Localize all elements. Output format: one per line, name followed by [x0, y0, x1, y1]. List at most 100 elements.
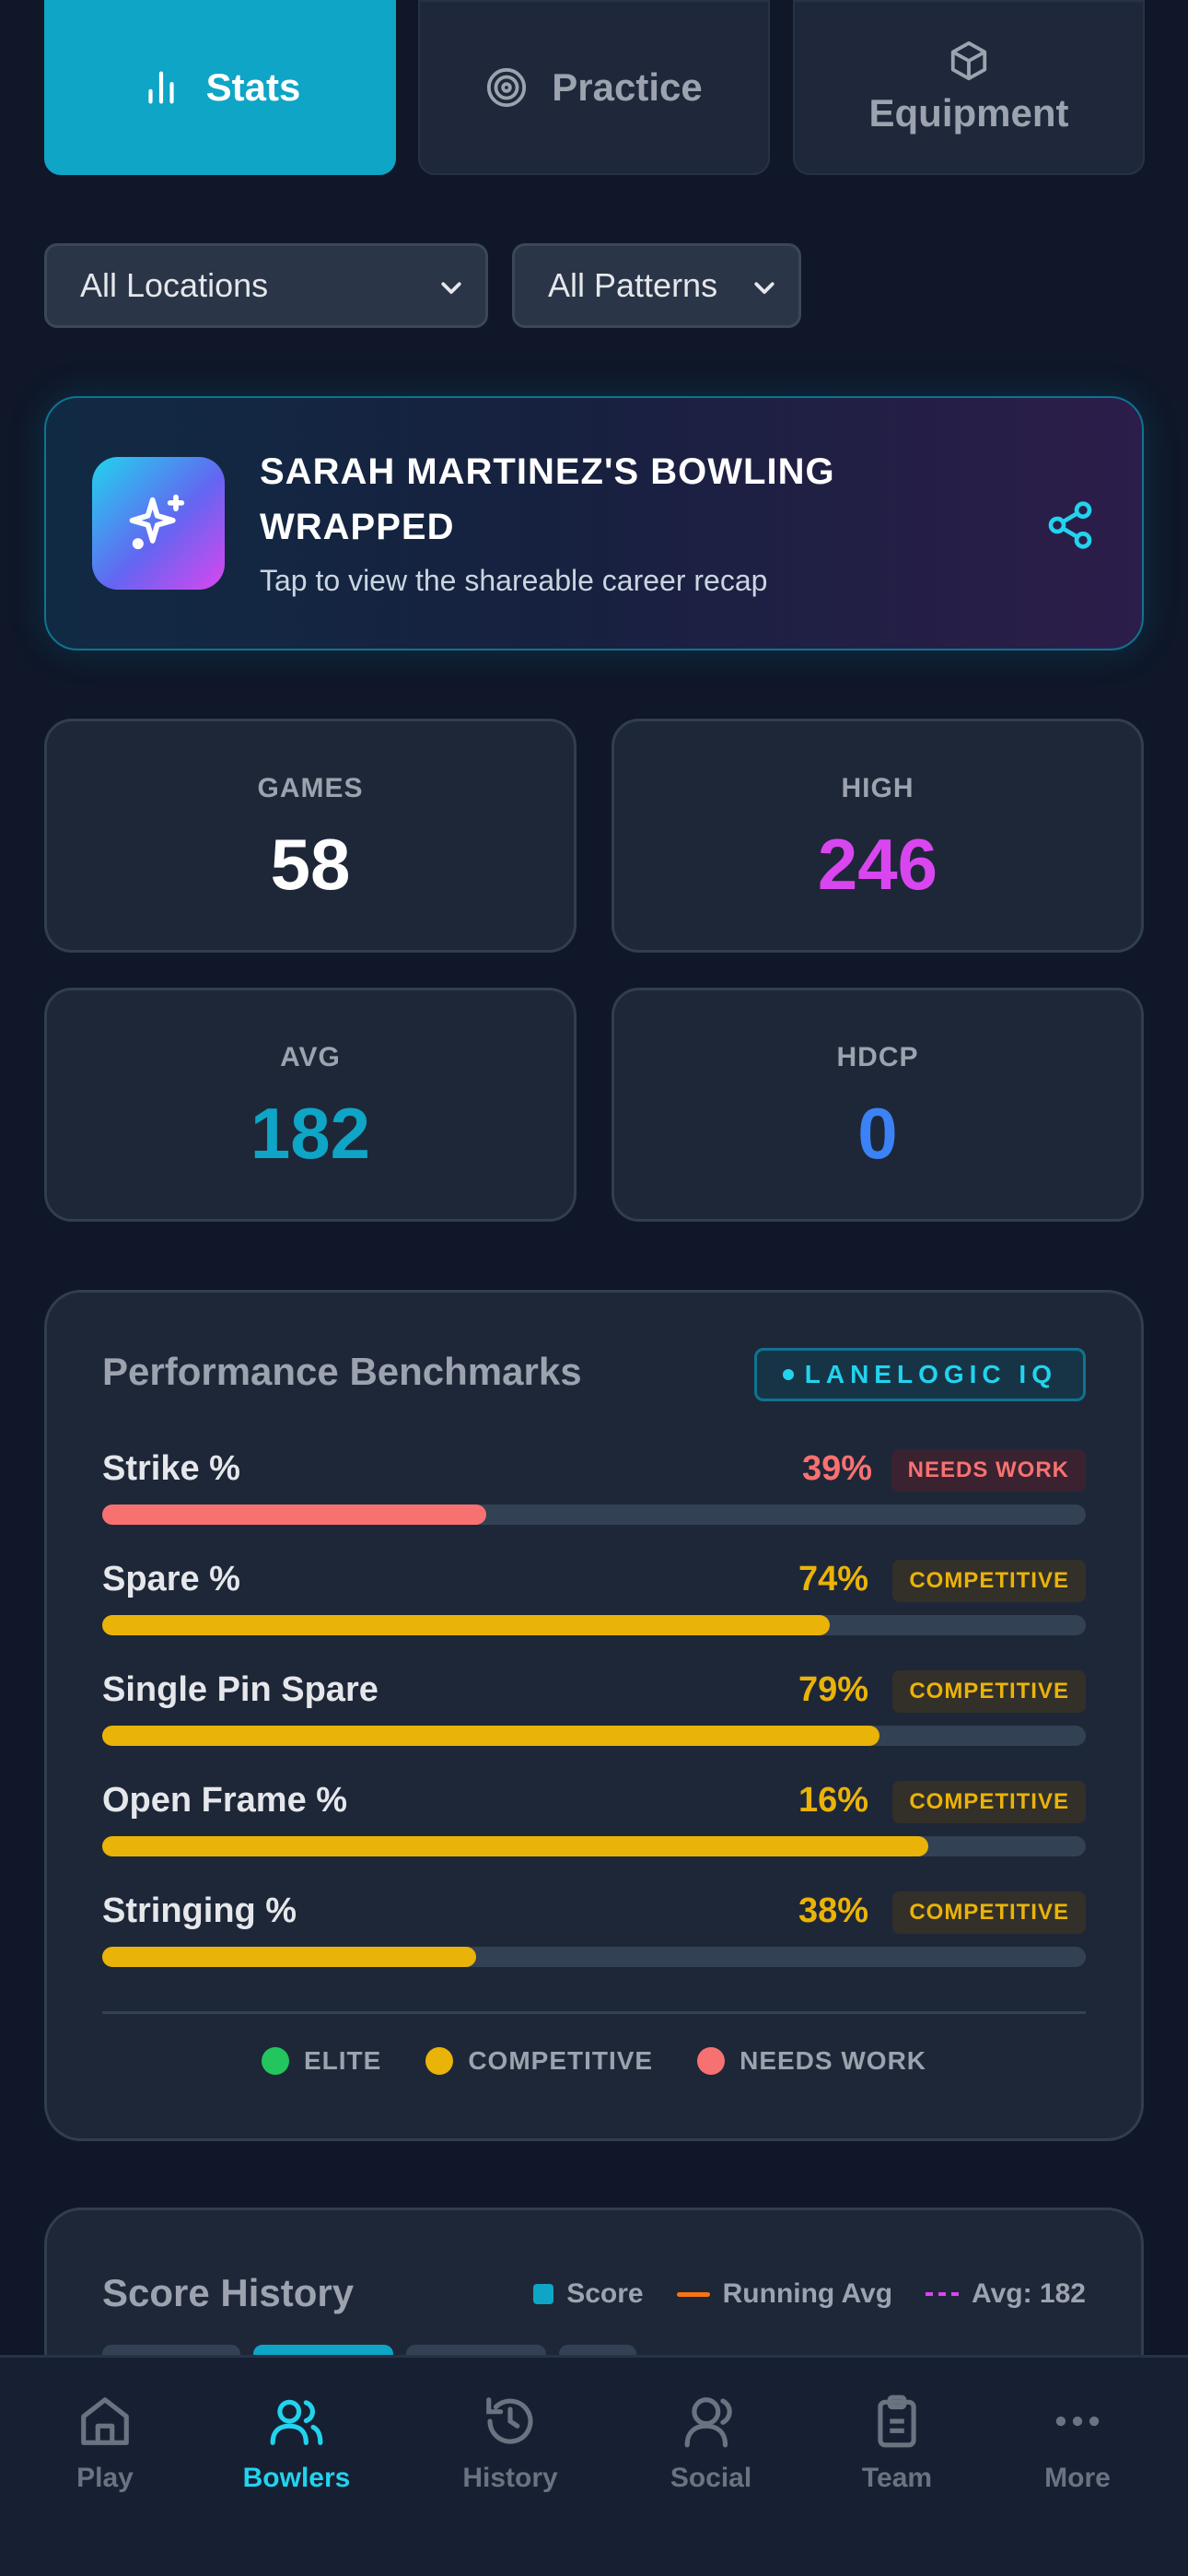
nav-item-more[interactable]: More	[995, 2393, 1160, 2494]
metric-row: Spare % 74% COMPETITIVE	[102, 1560, 1086, 1643]
stat-label: AVG	[280, 1042, 341, 1072]
score-history-legend: Score Running Avg Avg: 182	[500, 2278, 1086, 2310]
stat-value: 182	[250, 1093, 371, 1174]
stat-value: 0	[857, 1093, 898, 1174]
pattern-select[interactable]: All Patterns	[512, 243, 801, 328]
chevron-down-icon	[441, 282, 461, 294]
nav-item-history[interactable]: History	[427, 2393, 593, 2494]
metric-row: Single Pin Spare 79% COMPETITIVE	[102, 1670, 1086, 1753]
metric-name: Open Frame %	[102, 1781, 348, 1820]
nav-item-social[interactable]: Social	[628, 2393, 794, 2494]
stat-card-avg: AVG 182	[44, 988, 577, 1222]
nav-item-team[interactable]: Team	[814, 2393, 980, 2494]
wrapped-title: SARAH MARTINEZ'S BOWLING WRAPPED	[260, 451, 835, 547]
stat-value: 246	[817, 824, 938, 905]
wrapped-subtitle: Tap to view the shareable career recap	[260, 564, 768, 597]
progress-track	[102, 1947, 1086, 1967]
status-badge: COMPETITIVE	[892, 1560, 1086, 1602]
clipboard-icon	[878, 2395, 916, 2448]
metric-row: Open Frame % 16% COMPETITIVE	[102, 1781, 1086, 1864]
stat-label: GAMES	[257, 773, 364, 803]
more-icon	[1055, 2416, 1100, 2427]
sparkle-badge	[92, 457, 225, 590]
progress-fill	[102, 1836, 929, 1856]
nav-label: History	[462, 2463, 558, 2493]
progress-fill	[102, 1947, 476, 1967]
metric-value: 39%	[801, 1449, 872, 1488]
progress-track	[102, 1615, 1086, 1635]
nav-label: Bowlers	[242, 2463, 351, 2493]
pattern-select-value: All Patterns	[548, 266, 718, 304]
share-icon[interactable]	[1044, 499, 1096, 551]
legend-dot	[261, 2047, 289, 2075]
legend-dashed-line	[926, 2292, 960, 2296]
nav-label: Social	[670, 2463, 752, 2493]
progress-track	[102, 1836, 1086, 1856]
performance-benchmarks-panel: Performance Benchmarks LANELOGIC IQ Stri…	[44, 1290, 1144, 2141]
panel-title: Score History	[102, 2271, 355, 2314]
sparkle-icon	[129, 494, 185, 550]
legend-item-needs-work: NEEDS WORK	[697, 2046, 926, 2076]
legend-dot	[425, 2047, 454, 2075]
tab-label: Stats	[205, 65, 301, 109]
tab-practice[interactable]: Practice	[418, 0, 770, 175]
tab-label: Equipment	[868, 91, 1069, 135]
divider	[102, 2011, 1086, 2014]
tab-label: Practice	[552, 65, 703, 109]
legend-label: Avg: 182	[972, 2278, 1086, 2309]
tab-equipment[interactable]: Equipment	[793, 0, 1145, 175]
stat-card-high: HIGH 246	[611, 719, 1144, 953]
legend-item-avg: Avg: 182	[926, 2278, 1086, 2310]
metric-row: Strike % 39% NEEDS WORK	[102, 1449, 1086, 1532]
home-icon	[81, 2397, 129, 2445]
status-badge: COMPETITIVE	[892, 1891, 1086, 1934]
location-select[interactable]: All Locations	[44, 243, 488, 328]
target-icon	[487, 67, 527, 108]
legend-item-competitive: COMPETITIVE	[425, 2046, 653, 2076]
stat-label: HIGH	[841, 773, 914, 803]
metric-value: 38%	[798, 1891, 868, 1930]
legend-item-score: Score	[533, 2278, 644, 2310]
legend-label: COMPETITIVE	[468, 2046, 654, 2075]
progress-fill	[102, 1615, 831, 1635]
status-badge: COMPETITIVE	[892, 1781, 1086, 1823]
bowling-wrapped-card[interactable]: SARAH MARTINEZ'S BOWLING WRAPPED Tap to …	[44, 396, 1144, 650]
tab-stats[interactable]: Stats	[44, 0, 396, 175]
progress-track	[102, 1505, 1086, 1525]
legend-item-running-avg: Running Avg	[676, 2278, 893, 2310]
metric-name: Spare %	[102, 1560, 240, 1598]
legend-label: NEEDS WORK	[740, 2046, 927, 2075]
benchmark-legend: ELITE COMPETITIVE NEEDS WORK	[47, 2046, 1141, 2076]
metric-name: Stringing %	[102, 1891, 297, 1930]
panel-title: Performance Benchmarks	[102, 1350, 582, 1393]
metric-row: Stringing % 38% COMPETITIVE	[102, 1891, 1086, 1974]
metric-value: 16%	[798, 1781, 868, 1820]
metric-value: 79%	[798, 1670, 868, 1709]
history-icon	[486, 2397, 533, 2444]
users-icon	[270, 2399, 323, 2445]
progress-fill	[102, 1505, 486, 1525]
legend-swatch	[533, 2284, 554, 2304]
chevron-down-icon	[754, 282, 775, 294]
bottom-nav: Play Bowlers History Social Team More	[0, 2355, 1188, 2576]
metric-name: Strike %	[102, 1449, 240, 1488]
stat-card-hdcp: HDCP 0	[611, 988, 1144, 1222]
status-badge: NEEDS WORK	[891, 1449, 1086, 1492]
nav-label: More	[1044, 2463, 1111, 2493]
stat-label: HDCP	[836, 1042, 919, 1072]
nav-item-bowlers[interactable]: Bowlers	[214, 2393, 379, 2494]
legend-label: Running Avg	[722, 2278, 893, 2309]
legend-dot	[697, 2047, 726, 2075]
progress-fill	[102, 1726, 879, 1746]
bar-chart-icon	[148, 71, 174, 104]
location-select-value: All Locations	[80, 266, 269, 304]
metric-value: 74%	[798, 1560, 868, 1598]
legend-line	[676, 2291, 710, 2297]
nav-label: Team	[861, 2463, 933, 2493]
box-icon	[950, 41, 987, 81]
status-badge: COMPETITIVE	[892, 1670, 1086, 1713]
nav-item-play[interactable]: Play	[22, 2393, 188, 2494]
social-icon	[684, 2397, 732, 2448]
legend-item-elite: ELITE	[261, 2046, 381, 2076]
progress-track	[102, 1726, 1086, 1746]
